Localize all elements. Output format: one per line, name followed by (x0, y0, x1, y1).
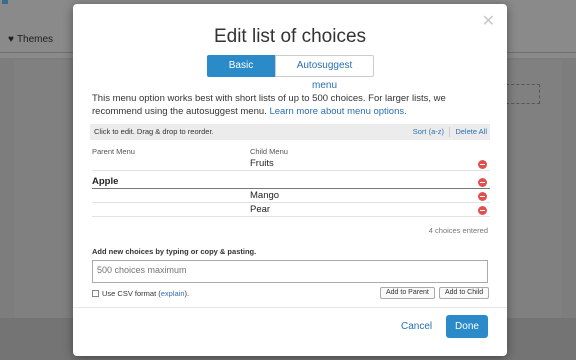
heart-icon: ♥ (8, 34, 14, 45)
add-to-parent-button[interactable]: Add to Parent (380, 287, 435, 299)
remove-icon[interactable] (478, 178, 487, 187)
remove-icon[interactable] (478, 206, 487, 215)
tab-autosuggest-menu[interactable]: Autosuggest menu (275, 55, 374, 91)
child-cell[interactable]: Mango (250, 189, 279, 203)
child-cell[interactable]: Fruits (250, 157, 274, 171)
csv-option: Use CSV format (explain). (92, 289, 189, 298)
remove-icon[interactable] (478, 160, 487, 169)
remove-icon[interactable] (478, 192, 487, 201)
add-choices-label: Add new choices by typing or copy & past… (92, 247, 257, 256)
child-menu-header: Child Menu (250, 147, 288, 156)
themes-tab[interactable]: ♥ Themes (0, 28, 72, 52)
background-logo (2, 0, 8, 4)
csv-label: Use CSV format ( (102, 289, 161, 298)
modal-title: Edit list of choices (213, 26, 367, 47)
themes-tab-label: Themes (16, 34, 54, 45)
parent-cell[interactable]: Apple (92, 175, 118, 189)
list-item[interactable]: Apple (92, 175, 490, 189)
cancel-button[interactable]: Cancel (391, 315, 442, 338)
choices-count: 4 choices entered (428, 226, 488, 235)
footer-divider (73, 307, 507, 308)
edit-hint: Click to edit. Drag & drop to reorder. (94, 127, 214, 136)
child-cell[interactable]: Pear (250, 203, 270, 217)
sort-button[interactable]: Sort (a-z) (413, 124, 444, 140)
list-item[interactable]: Fruits (92, 157, 490, 171)
list-toolbar: Click to edit. Drag & drop to reorder. S… (90, 124, 490, 140)
done-button[interactable]: Done (446, 315, 488, 338)
parent-menu-header: Parent Menu (92, 147, 135, 156)
menu-type-toggle: Basic menu Autosuggest menu (207, 55, 374, 91)
description: This menu option works best with short l… (92, 92, 492, 118)
toolbar-divider (449, 127, 450, 137)
list-item[interactable]: Pear (92, 203, 490, 217)
edit-choices-modal: ✕ Edit list of choices Basic menu Autosu… (73, 4, 507, 356)
add-choices-input[interactable] (92, 260, 488, 283)
csv-suffix: ). (184, 289, 190, 298)
learn-more-link[interactable]: Learn more about menu options. (269, 106, 406, 117)
explain-link[interactable]: explain (161, 289, 185, 298)
tab-basic-menu[interactable]: Basic menu (207, 55, 275, 91)
csv-checkbox[interactable] (92, 290, 99, 297)
list-item[interactable]: Mango (92, 189, 490, 203)
delete-all-button[interactable]: Delete All (455, 124, 487, 140)
add-to-child-button[interactable]: Add to Child (439, 287, 490, 299)
background-dashed-box (506, 84, 540, 104)
